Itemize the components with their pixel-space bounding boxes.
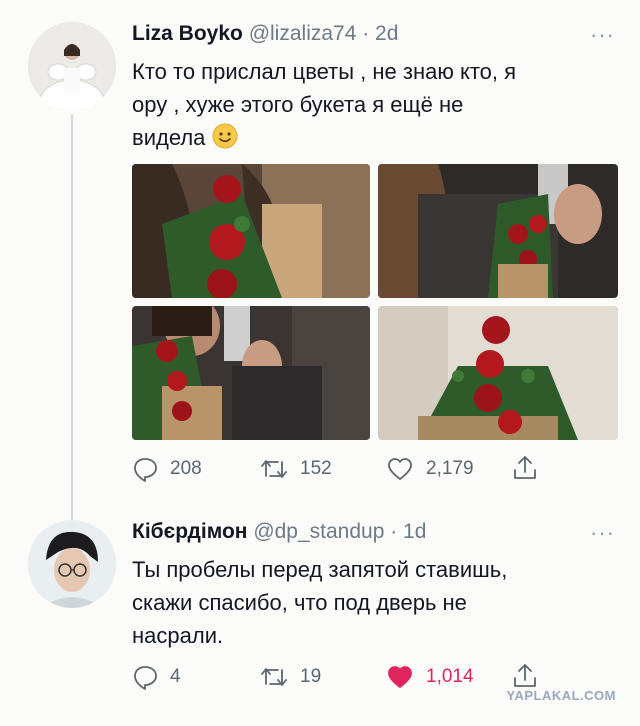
more-options-icon[interactable]: ··· (590, 24, 615, 46)
author-name[interactable]: Liza Boyko (132, 22, 243, 45)
reply-count: 4 (170, 666, 181, 687)
heart-icon (386, 664, 414, 690)
smiling-face-icon (212, 123, 238, 158)
tweet-text-content: Кто то прислал цветы , не знаю кто, я ор… (132, 59, 517, 150)
retweet-count: 152 (300, 458, 332, 479)
more-options-icon[interactable]: ··· (590, 522, 615, 544)
retweet-button[interactable]: 19 (260, 664, 321, 690)
reply-count: 208 (170, 458, 202, 479)
heart-icon (386, 456, 414, 482)
retweet-count: 19 (300, 666, 322, 687)
media-photo-1[interactable] (132, 164, 370, 298)
tweet-header: Liza Boyko @lizaliza74 · 2d (132, 22, 398, 46)
like-button[interactable]: 1,014 (386, 664, 474, 690)
tweet-text: Кто то прислал цветы , не знаю кто, я ор… (132, 55, 516, 158)
retweet-button[interactable]: 152 (260, 456, 332, 482)
reply-icon (132, 664, 158, 690)
reply-icon (132, 456, 158, 482)
media-photo-2[interactable] (378, 164, 618, 298)
avatar[interactable] (28, 520, 116, 608)
share-button[interactable] (512, 454, 538, 482)
media-photo-3[interactable] (132, 306, 370, 440)
share-icon (512, 454, 538, 482)
retweet-icon (260, 456, 288, 482)
reply-button[interactable]: 4 (132, 664, 181, 690)
watermark: YAPLAKAL.COM (506, 688, 616, 703)
reply-button[interactable]: 208 (132, 456, 202, 482)
retweet-icon (260, 664, 288, 690)
author-name[interactable]: Кібєрдімон (132, 520, 247, 543)
thread-line (71, 114, 73, 520)
like-count: 2,179 (426, 458, 474, 479)
media-photo-4[interactable] (378, 306, 618, 440)
author-handle[interactable]: @dp_standup · 1d (253, 520, 426, 543)
avatar[interactable] (28, 22, 116, 110)
author-handle[interactable]: @lizaliza74 · 2d (249, 22, 399, 45)
like-button[interactable]: 2,179 (386, 456, 474, 482)
like-count: 1,014 (426, 666, 474, 687)
share-icon (512, 662, 538, 690)
share-button[interactable] (512, 662, 538, 690)
tweet-text: Ты пробелы перед запятой ставишь, скажи … (132, 557, 508, 648)
tweet-header: Кібєрдімон @dp_standup · 1d (132, 520, 426, 544)
